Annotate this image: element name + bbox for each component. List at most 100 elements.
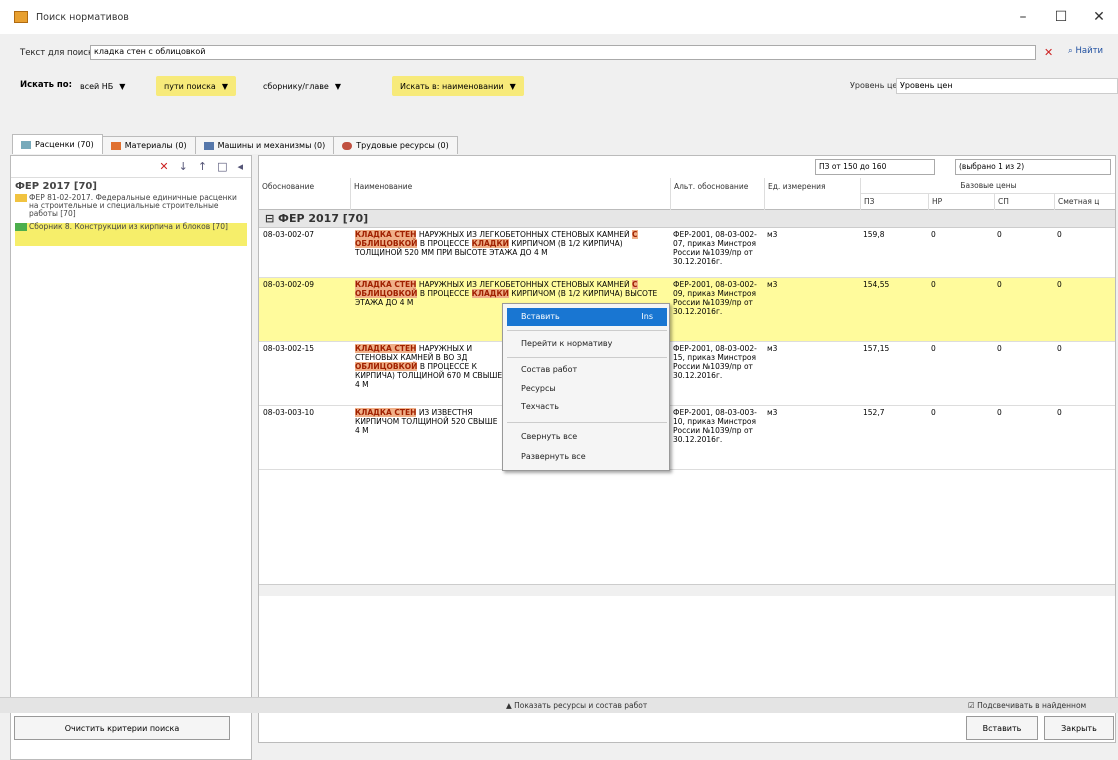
name-part: ИЗ ИЗВЕСТНЯ: [418, 408, 473, 417]
menu-item-works[interactable]: Состав работ: [521, 365, 577, 374]
col-code[interactable]: Обоснование: [259, 178, 351, 210]
search-in-dropdown[interactable]: Искать в: наименовании ▼: [392, 76, 524, 96]
materials-icon: [110, 141, 121, 150]
insert-button[interactable]: Вставить: [966, 716, 1038, 740]
table-row[interactable]: 08-03-003-10 КЛАДКА СТЕН ИЗ ИЗВЕСТНЯ КИР…: [259, 406, 1115, 470]
close-button[interactable]: ✕: [1080, 0, 1118, 34]
highlight: КЛАДКА СТЕН: [355, 344, 417, 353]
table-row[interactable]: 08-03-002-07 КЛАДКА СТЕН НАРУЖНЫХ ИЗ ЛЕГ…: [259, 228, 1115, 278]
tab-label: Машины и механизмы (0): [217, 141, 326, 150]
tab-rates[interactable]: Расценки (70): [12, 134, 103, 154]
search-by-label: Искать по:: [20, 80, 73, 90]
selection-filter[interactable]: (выбрано 1 из 2): [955, 159, 1111, 175]
folder-icon: [15, 194, 27, 202]
cell-unit: м3: [767, 408, 778, 417]
tab-machines[interactable]: Машины и механизмы (0): [194, 136, 335, 154]
window-title: Поиск нормативов: [36, 11, 129, 23]
delete-icon[interactable]: ✕: [159, 160, 168, 173]
tab-labor[interactable]: Трудовые ресурсы (0): [333, 136, 458, 154]
title-bar: Поиск нормативов – ☐ ✕: [0, 0, 1118, 34]
menu-item-collapse[interactable]: Свернуть все: [521, 432, 577, 441]
cell-alt: ФЕР-2001, 08-03-003-10, приказ Минстроя …: [673, 408, 757, 444]
col-unit[interactable]: Ед. измерения: [765, 178, 861, 210]
menu-item-insert[interactable]: Вставить Ins: [507, 308, 667, 326]
name-part: КИРПИЧА) ТОЛЩИНОЙ 670 М СВЫШЕ 4 М: [355, 371, 503, 389]
filter-row: Искать по: всей НБ ▼ пути поиска ▼ сборник…: [20, 76, 1118, 96]
paths-dropdown[interactable]: пути поиска ▼: [156, 76, 236, 96]
col-est[interactable]: Сметная ц: [1055, 194, 1115, 210]
table-row[interactable]: 08-03-002-15 КЛАДКА СТЕН НАРУЖНЫХ И СТЕН…: [259, 342, 1115, 406]
show-resources-toggle[interactable]: ▲ Показать ресурсы и состав работ: [506, 701, 647, 710]
cell-code: 08-03-002-07: [263, 230, 315, 239]
minimize-button[interactable]: –: [1004, 0, 1042, 34]
cell-name: КЛАДКА СТЕН ИЗ ИЗВЕСТНЯ КИРПИЧОМ ТОЛЩИНО…: [355, 408, 503, 435]
tabs: Расценки (70) Материалы (0) Машины и мех…: [12, 134, 458, 154]
name-part: В ПРОЦЕССЕ К: [419, 362, 477, 371]
context-menu: Вставить Ins Перейти к нормативу Состав р…: [502, 303, 670, 471]
tree-root[interactable]: ФЕР 2017 [70]: [15, 181, 97, 192]
tab-label: Трудовые ресурсы (0): [356, 141, 449, 150]
cell-alt: ФЕР-2001, 08-03-002-15, приказ Минстроя …: [673, 344, 757, 380]
col-pz[interactable]: ПЗ: [861, 194, 929, 210]
cell-unit: м3: [767, 230, 778, 239]
chevron-down-icon: ▼: [509, 81, 516, 91]
show-resources-label: Показать ресурсы и состав работ: [514, 701, 648, 710]
highlight: КЛАДКИ: [471, 289, 509, 298]
cell-pz: 159,8: [863, 230, 885, 239]
cell-unit: м3: [767, 344, 778, 353]
clear-criteria-button[interactable]: Очистить критерии поиска: [14, 716, 230, 740]
app-icon: [14, 11, 28, 23]
find-button[interactable]: ⌕ Найти: [1068, 46, 1103, 56]
clear-search-icon[interactable]: ✕: [1044, 46, 1053, 59]
maximize-button[interactable]: ☐: [1042, 0, 1080, 34]
window-icon[interactable]: □: [217, 160, 227, 173]
close-dialog-button[interactable]: Закрыть: [1044, 716, 1114, 740]
cell-nr: 0: [931, 344, 936, 353]
search-row: Текст для поиска: кладка стен с облицовк…: [20, 45, 1118, 60]
cell-nr: 0: [931, 230, 936, 239]
cell-est: 0: [1057, 344, 1062, 353]
menu-separator: [507, 357, 667, 358]
cell-pz: 152,7: [863, 408, 885, 417]
name-part: В ПРОЦЕССЕ: [419, 239, 470, 248]
search-input[interactable]: кладка стен с облицовкой: [90, 45, 1036, 60]
menu-item-resources[interactable]: Ресурсы: [521, 384, 556, 393]
tree-node-collection[interactable]: Сборник 8. Конструкции из кирпича и блок…: [15, 223, 247, 246]
cell-alt: ФЕР-2001, 08-03-002-09, приказ Минстроя …: [673, 280, 757, 316]
tab-materials[interactable]: Материалы (0): [101, 136, 196, 154]
menu-shortcut: Ins: [641, 312, 653, 321]
collapse-panel-icon[interactable]: ◂: [237, 160, 243, 173]
cell-nr: 0: [931, 408, 936, 417]
tree-node-fer[interactable]: ФЕР 81-02-2017. Федеральные единичные ра…: [15, 194, 247, 218]
group-row[interactable]: ⊟ ФЕР 2017 [70]: [259, 210, 1115, 228]
arrow-up-icon[interactable]: ↑: [198, 160, 207, 173]
insert-label: Вставить: [982, 723, 1022, 733]
cell-sp: 0: [997, 344, 1002, 353]
range-filter[interactable]: ПЗ от 150 до 160: [815, 159, 935, 175]
tab-label: Расценки (70): [35, 140, 94, 149]
highlight-checkbox[interactable]: ☑ Подсвечивать в найденном: [968, 701, 1086, 710]
name-part: В ПРОЦЕССЕ: [419, 289, 470, 298]
chevron-down-icon: ▼: [119, 81, 126, 91]
menu-label: Вставить: [521, 312, 560, 321]
horizontal-scrollbar[interactable]: [259, 584, 1115, 596]
col-sp[interactable]: СП: [995, 194, 1055, 210]
arrow-down-icon[interactable]: ↓: [179, 160, 188, 173]
table-row-selected[interactable]: 08-03-002-09 КЛАДКА СТЕН НАРУЖНЫХ ИЗ ЛЕГ…: [259, 278, 1115, 342]
collections-dropdown[interactable]: сборнику/главе ▼: [255, 76, 349, 96]
menu-item-expand[interactable]: Развернуть все: [521, 452, 586, 461]
results-grid: ПЗ от 150 до 160 (выбрано 1 из 2) Обосно…: [258, 155, 1116, 743]
col-nr[interactable]: НР: [929, 194, 995, 210]
price-level-dropdown[interactable]: Уровень цен: [896, 78, 1118, 94]
grid-header: Обоснование Наименование Альт. обоснован…: [259, 178, 1115, 210]
base-dropdown[interactable]: всей НБ ▼: [72, 76, 133, 96]
col-base-prices: Базовые цены: [861, 178, 1115, 194]
close-dialog-label: Закрыть: [1061, 723, 1097, 733]
menu-separator: [507, 422, 667, 423]
col-alt[interactable]: Альт. обоснование: [671, 178, 765, 210]
col-name[interactable]: Наименование: [351, 178, 671, 210]
menu-item-tech[interactable]: Техчасть: [521, 402, 559, 411]
cell-nr: 0: [931, 280, 936, 289]
menu-item-goto[interactable]: Перейти к нормативу: [521, 339, 612, 348]
highlight: КЛАДКА СТЕН: [355, 408, 417, 417]
